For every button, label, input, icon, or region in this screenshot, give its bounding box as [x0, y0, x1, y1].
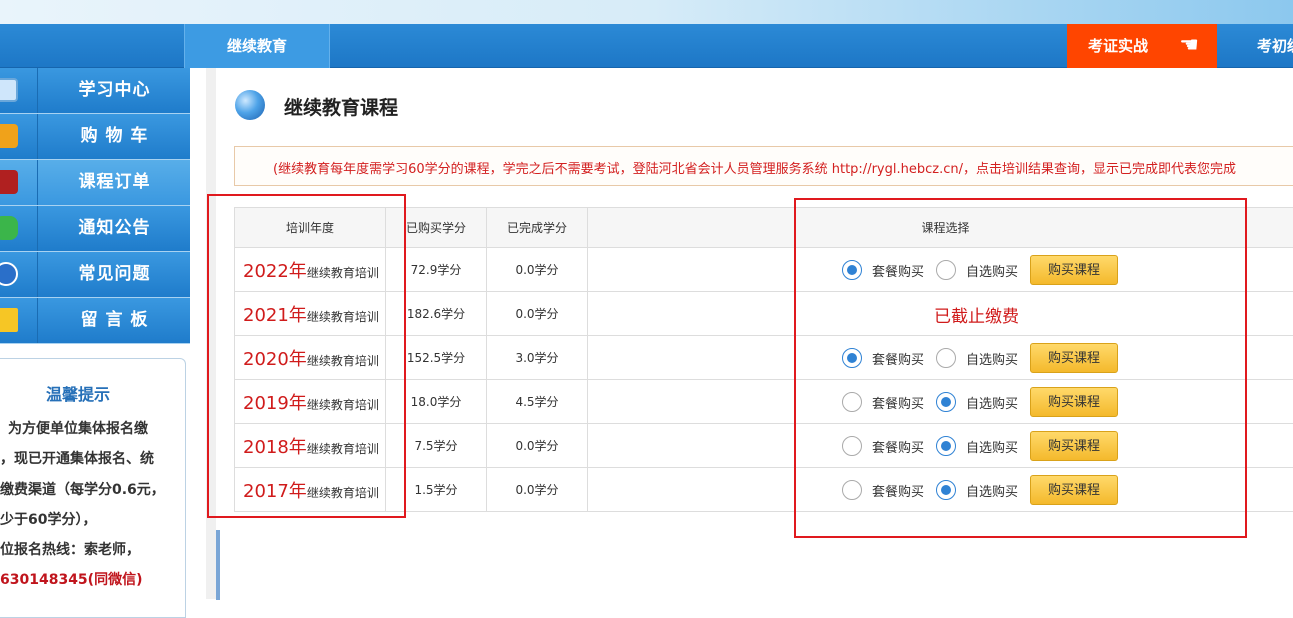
annotation-box-selection: [794, 198, 1247, 538]
cell-done: 0.0学分: [487, 468, 588, 512]
globe-icon: [235, 90, 265, 120]
top-banner: [0, 0, 1293, 24]
sidebar-item-cart[interactable]: 购 物 车: [0, 114, 190, 160]
sidebar-item-notices[interactable]: 通知公告: [0, 206, 190, 252]
sidebar: 学习中心 购 物 车 课程订单 通知公告 常见问题 留 言 板: [0, 68, 190, 344]
question-icon: [0, 262, 18, 286]
annotation-box-years: [207, 194, 406, 518]
sidebar-item-orders[interactable]: 课程订单: [0, 160, 190, 206]
tips-title: 温馨提示: [46, 381, 110, 405]
cell-done: 0.0学分: [487, 424, 588, 468]
header-done: 已完成学分: [487, 208, 588, 248]
sidebar-item-label: 购 物 车: [39, 114, 190, 159]
tips-line: 缴费渠道（每学分0.6元，: [0, 479, 165, 499]
cell-done: 3.0学分: [487, 336, 588, 380]
chat-icon: [0, 216, 18, 240]
sidebar-item-faq[interactable]: 常见问题: [0, 252, 190, 298]
exam-practice-button[interactable]: 考证实战 ☚: [1067, 24, 1217, 68]
gift-icon: [0, 124, 18, 148]
cell-done: 0.0学分: [487, 292, 588, 336]
tips-line: 为方便单位集体报名缴: [8, 418, 148, 438]
sidebar-item-message-board[interactable]: 留 言 板: [0, 298, 190, 344]
envelope-icon: [0, 308, 18, 332]
tips-panel: 温馨提示 为方便单位集体报名缴 ，现已开通集体报名、统 缴费渠道（每学分0.6元…: [0, 358, 186, 618]
exam-practice-label: 考证实战: [1088, 37, 1148, 55]
top-nav: 继续教育 考证实战 ☚ 考初级: [0, 24, 1293, 68]
tips-line: 位报名热线：索老师，: [0, 539, 140, 559]
sidebar-item-label: 学习中心: [39, 68, 190, 113]
cell-done: 4.5学分: [487, 380, 588, 424]
sidebar-item-label: 课程订单: [39, 160, 190, 205]
sidebar-item-study-center[interactable]: 学习中心: [0, 68, 190, 114]
notice-text: (继续教育每年度需学习60学分的课程，学完之后不需要考试，登陆河北省会计人员管理…: [273, 158, 1236, 177]
books-icon: [0, 170, 18, 194]
sidebar-item-label: 通知公告: [39, 206, 190, 251]
tips-hotline: 630148345(同微信): [0, 569, 142, 589]
nav-tab-junior-exam[interactable]: 考初级: [1257, 24, 1293, 68]
pointing-hand-icon: ☚: [1179, 24, 1199, 68]
nav-tab-continuing-education[interactable]: 继续教育: [184, 24, 330, 68]
sidebar-item-label: 常见问题: [39, 252, 190, 297]
sidebar-item-label: 留 言 板: [39, 298, 190, 343]
tips-line: 少于60学分），: [0, 509, 96, 529]
monitor-icon: [0, 78, 18, 102]
notice-banner: (继续教育每年度需学习60学分的课程，学完之后不需要考试，登陆河北省会计人员管理…: [234, 146, 1293, 186]
page-title: 继续教育课程: [284, 93, 398, 120]
cell-done: 0.0学分: [487, 248, 588, 292]
tips-line: ，现已开通集体报名、统: [0, 448, 154, 468]
